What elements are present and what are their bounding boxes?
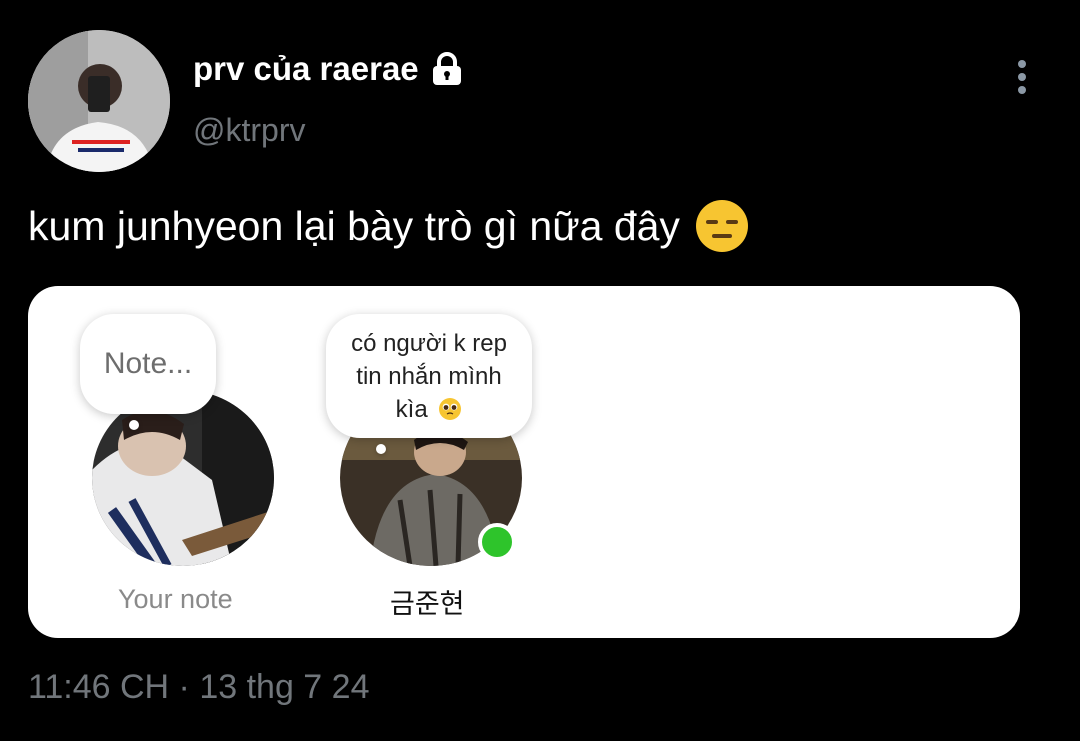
my-note-bubble-text: Note...: [103, 347, 193, 380]
online-status-dot: [478, 523, 516, 561]
display-name-text[interactable]: prv của raerae: [193, 50, 419, 88]
my-note-bubble-tail: [129, 420, 139, 430]
friend-note-bubble[interactable]: có người k rep tin nhắn mình kìa: [326, 314, 532, 438]
my-note-photo: [92, 390, 274, 566]
expressionless-face-emoji-icon: [695, 200, 748, 252]
my-note-bubble[interactable]: Note...: [80, 314, 216, 414]
author-handle[interactable]: @ktrprv: [193, 112, 305, 149]
tweet-text: kum junhyeon lại bày trò gì nữa đây: [28, 198, 750, 254]
avatar-photo-icon: [28, 30, 170, 172]
my-note-label: Your note: [118, 584, 233, 614]
friend-note-bubble-tail: [376, 444, 386, 454]
tweet-timestamp[interactable]: 11:46 CH · 13 thg 7 24: [28, 668, 369, 707]
friend-note-label[interactable]: 금준현: [390, 582, 465, 621]
my-profile-photo-icon: [92, 390, 274, 566]
friend-note-bubble-text: có người k rep tin nhắn mình kìa: [351, 329, 507, 423]
lock-icon: [432, 52, 461, 85]
more-options-icon[interactable]: [1008, 58, 1036, 98]
tweet-text-content: kum junhyeon lại bày trò gì nữa đây: [28, 202, 680, 249]
author-display-name[interactable]: prv của raerae: [193, 50, 465, 88]
friend-note-bubble-content: có người k rep tin nhắn mình kìa: [342, 327, 516, 426]
author-avatar[interactable]: [28, 30, 170, 172]
notes-screenshot-card[interactable]: Note... Your note có người k rep tin nhắ…: [28, 286, 1020, 638]
pleading-face-emoji-icon: [439, 397, 462, 420]
